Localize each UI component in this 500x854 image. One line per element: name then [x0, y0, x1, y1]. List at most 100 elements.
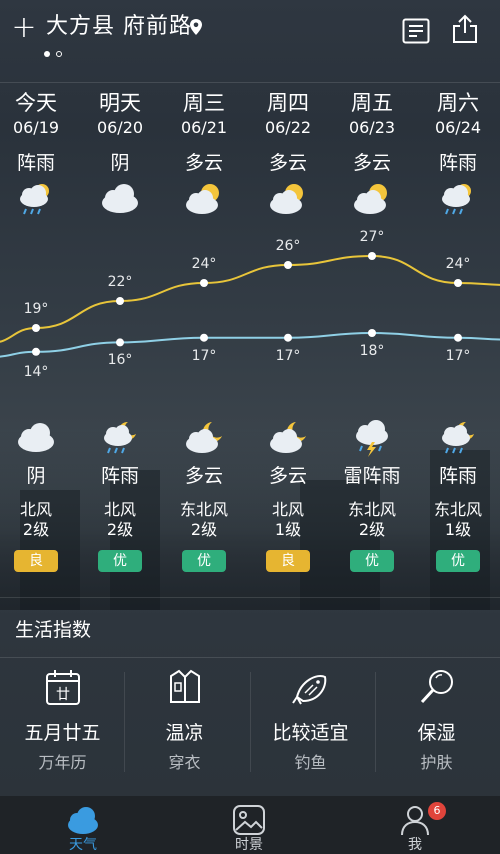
wind-level: 2级 [190, 520, 218, 539]
low-temp-label: 14° [23, 363, 49, 380]
night-column[interactable]: 阵雨 北风 2级 优 [78, 418, 162, 572]
aqi-badge: 优 [98, 550, 142, 572]
day-date: 06/23 [348, 118, 396, 137]
wind-level: 1级 [444, 520, 472, 539]
night-weather: 雷阵雨 [343, 465, 401, 487]
night-weather: 多云 [184, 465, 223, 487]
life-item-skincare[interactable]: 保湿 护肤 [374, 667, 499, 773]
cloud-sun-icon [270, 184, 303, 214]
life-item-label: 钓鱼 [294, 753, 327, 772]
low-temp-line [0, 331, 500, 358]
low-temp-point [284, 333, 292, 342]
day-name: 今天 [15, 91, 57, 115]
life-item-value: 比较适宜 [272, 722, 349, 744]
wind-direction: 北风 [19, 500, 52, 519]
high-temp-point [284, 261, 292, 269]
tab-label: 我 [408, 837, 422, 853]
night-column[interactable]: 多云 北风 1级 良 [246, 418, 330, 572]
photo-icon [233, 805, 265, 835]
aqi-badge: 优 [350, 550, 394, 572]
location-pin-icon [190, 19, 202, 35]
mirror-icon [420, 670, 453, 704]
high-temp-line [0, 254, 500, 343]
bottom-tab-bar: 天气 时景 我 6 [0, 796, 500, 854]
tab-scenery[interactable]: 时景 [166, 796, 332, 854]
divider [0, 657, 500, 658]
tab-me[interactable]: 我 6 [332, 796, 498, 854]
high-temp-label: 24° [191, 256, 217, 272]
wind-level: 2级 [358, 520, 386, 539]
shirt-icon [169, 669, 200, 703]
night-weather: 多云 [268, 465, 307, 487]
life-index-title: 生活指数 [15, 619, 92, 641]
wind-level: 1级 [274, 520, 302, 539]
list-icon[interactable] [402, 18, 430, 44]
high-temp-point [32, 324, 40, 332]
wind-direction: 东北风 [179, 500, 228, 519]
life-item-clothing[interactable]: 温凉 穿衣 [122, 667, 247, 773]
day-weather: 阵雨 [16, 152, 55, 174]
life-item-fishing[interactable]: 比较适宜 钓鱼 [248, 667, 373, 773]
share-icon[interactable] [451, 14, 479, 44]
page-indicator [44, 42, 68, 61]
aqi-badge: 优 [436, 550, 480, 572]
aqi-badge: 优 [182, 550, 226, 572]
day-column[interactable]: 周五 06/23 多云 [330, 90, 414, 219]
day-name: 周四 [267, 91, 309, 115]
add-city-button[interactable]: + [10, 10, 38, 46]
day-date: 06/24 [434, 118, 482, 137]
day-column[interactable]: 今天 06/19 阵雨 [0, 90, 78, 219]
cloud-icon [18, 423, 54, 452]
night-column[interactable]: 阵雨 东北风 1级 优 [416, 418, 500, 572]
day-weather: 多云 [352, 152, 391, 174]
high-temp-label: 19° [23, 301, 49, 317]
life-item-label: 穿衣 [168, 753, 201, 772]
day-date: 06/22 [264, 118, 312, 137]
page-dot [56, 51, 62, 57]
high-temp-label: 24° [445, 256, 471, 272]
high-temp-point [368, 252, 376, 260]
day-name: 周三 [183, 91, 225, 115]
day-name: 明天 [99, 91, 141, 115]
tab-label: 时景 [235, 837, 263, 853]
day-column[interactable]: 周三 06/21 多云 [162, 90, 246, 219]
wind-level: 2级 [22, 520, 50, 539]
low-temp-label: 17° [191, 347, 217, 364]
divider [0, 597, 500, 598]
tab-weather[interactable]: 天气 [0, 796, 166, 854]
life-item-value: 五月廿五 [24, 722, 101, 744]
notification-badge: 6 [428, 802, 446, 820]
wind-direction: 北风 [103, 500, 136, 519]
day-column[interactable]: 周四 06/22 多云 [246, 90, 330, 219]
cloud-rain-moon-icon [104, 421, 136, 454]
night-column[interactable]: 多云 东北风 2级 优 [162, 418, 246, 572]
day-weather: 多云 [268, 152, 307, 174]
city-title[interactable]: 大方县 府前路 [46, 12, 192, 42]
cloud-icon [68, 807, 98, 834]
page-dot-active [44, 51, 50, 57]
cloud-sun-icon [354, 184, 387, 214]
cloud-rain-sun-icon [20, 184, 49, 215]
temperature-chart [0, 252, 500, 358]
high-temp-point [116, 297, 124, 305]
low-temp-point [200, 333, 208, 342]
life-item-label: 护肤 [420, 753, 453, 772]
wind-direction: 北风 [271, 500, 304, 519]
top-bar: + 大方县 府前路 [0, 0, 500, 57]
day-column[interactable]: 明天 06/20 阴 [78, 90, 162, 219]
life-item-value: 保湿 [417, 722, 456, 744]
high-temp-label: 27° [359, 229, 385, 245]
day-column[interactable]: 周六 06/24 阵雨 [416, 90, 500, 219]
night-column[interactable]: 雷阵雨 东北风 2级 优 [330, 418, 414, 572]
life-item-calendar[interactable]: 廿 五月廿五 万年历 [0, 667, 125, 773]
cloud-moon-icon [270, 422, 306, 453]
high-temp-point [454, 279, 462, 287]
low-temp-label: 18° [359, 343, 385, 359]
day-date: 06/21 [180, 118, 228, 137]
day-date: 06/20 [96, 118, 144, 137]
night-column[interactable]: 阴 北风 2级 良 [0, 418, 78, 572]
wind-level: 2级 [106, 520, 134, 539]
aqi-badge: 良 [14, 550, 58, 572]
divider [124, 672, 125, 772]
low-temp-point [32, 347, 40, 356]
